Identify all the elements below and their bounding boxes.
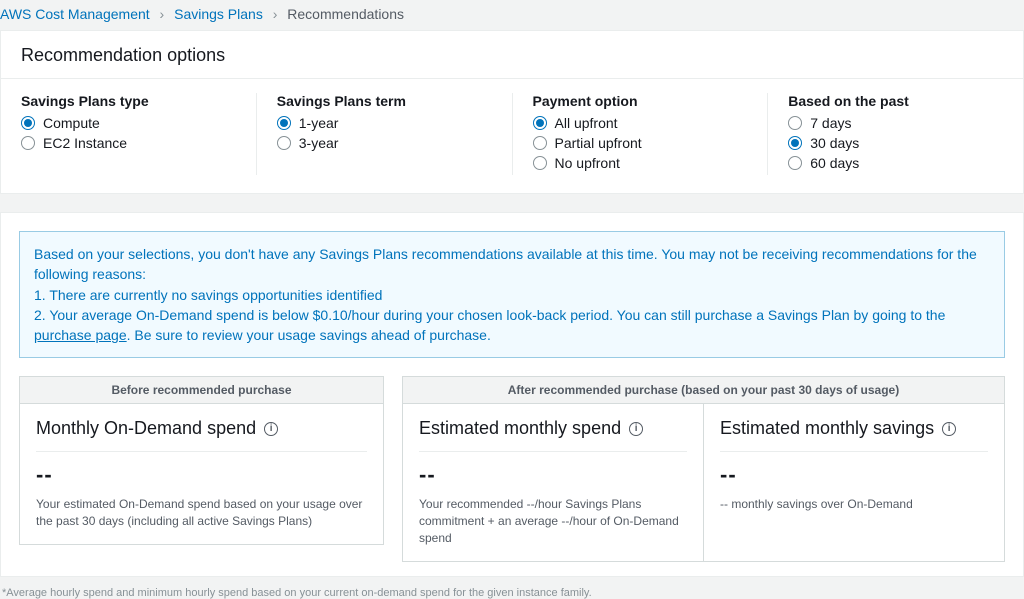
- radio-icon: [277, 136, 291, 150]
- recommendations-summary-panel: Based on your selections, you don't have…: [0, 212, 1024, 577]
- radio-30-days[interactable]: 30 days: [788, 135, 1003, 151]
- card-estimated-monthly-savings: Estimated monthly savings i -- -- monthl…: [703, 403, 1005, 561]
- info-icon[interactable]: i: [942, 422, 956, 436]
- radio-all-upfront[interactable]: All upfront: [533, 115, 748, 131]
- radio-label: Compute: [43, 115, 100, 131]
- info-alert: Based on your selections, you don't have…: [19, 231, 1005, 358]
- card-estimated-monthly-spend: Estimated monthly spend i -- Your recomm…: [402, 403, 703, 561]
- radio-label: 7 days: [810, 115, 851, 131]
- recommendation-options-panel: Recommendation options Savings Plans typ…: [0, 30, 1024, 194]
- radio-7-days[interactable]: 7 days: [788, 115, 1003, 131]
- radio-label: 1-year: [299, 115, 339, 131]
- option-group-payment: Payment option All upfront Partial upfro…: [533, 93, 769, 175]
- radio-label: Partial upfront: [555, 135, 642, 151]
- card-title-text: Estimated monthly savings: [720, 418, 934, 439]
- option-group-title: Based on the past: [788, 93, 1003, 109]
- radio-icon: [533, 116, 547, 130]
- alert-reason-1: 1. There are currently no savings opport…: [34, 287, 382, 303]
- card-title-text: Estimated monthly spend: [419, 418, 621, 439]
- radio-icon: [533, 136, 547, 150]
- radio-label: No upfront: [555, 155, 620, 171]
- radio-label: 30 days: [810, 135, 859, 151]
- radio-1-year[interactable]: 1-year: [277, 115, 492, 131]
- card-value: --: [36, 462, 367, 488]
- breadcrumb: AWS Cost Management › Savings Plans › Re…: [0, 0, 1024, 30]
- info-icon[interactable]: i: [264, 422, 278, 436]
- radio-3-year[interactable]: 3-year: [277, 135, 492, 151]
- radio-icon: [788, 156, 802, 170]
- radio-no-upfront[interactable]: No upfront: [533, 155, 748, 171]
- footnote: *Average hourly spend and minimum hourly…: [0, 577, 1024, 599]
- panel-title: Recommendation options: [1, 31, 1023, 79]
- option-group-savings-plans-type: Savings Plans type Compute EC2 Instance: [21, 93, 257, 175]
- option-group-title: Payment option: [533, 93, 748, 109]
- breadcrumb-link-cost-management[interactable]: AWS Cost Management: [0, 6, 150, 22]
- card-description: Your estimated On-Demand spend based on …: [36, 496, 367, 530]
- before-column: Before recommended purchase Monthly On-D…: [19, 376, 384, 561]
- radio-compute[interactable]: Compute: [21, 115, 236, 131]
- chevron-right-icon: ›: [160, 6, 165, 22]
- after-column: After recommended purchase (based on you…: [402, 376, 1005, 561]
- alert-intro: Based on your selections, you don't have…: [34, 246, 977, 282]
- alert-reason-2b: . Be sure to review your usage savings a…: [127, 327, 491, 343]
- card-description: -- monthly savings over On-Demand: [720, 496, 988, 513]
- radio-label: EC2 Instance: [43, 135, 127, 151]
- radio-icon: [21, 136, 35, 150]
- radio-ec2-instance[interactable]: EC2 Instance: [21, 135, 236, 151]
- option-group-title: Savings Plans type: [21, 93, 236, 109]
- radio-icon: [21, 116, 35, 130]
- chevron-right-icon: ›: [273, 6, 278, 22]
- radio-label: All upfront: [555, 115, 618, 131]
- info-icon[interactable]: i: [629, 422, 643, 436]
- option-group-term: Savings Plans term 1-year 3-year: [277, 93, 513, 175]
- card-value: --: [720, 462, 988, 488]
- option-group-title: Savings Plans term: [277, 93, 492, 109]
- radio-icon: [788, 116, 802, 130]
- radio-partial-upfront[interactable]: Partial upfront: [533, 135, 748, 151]
- radio-icon: [788, 136, 802, 150]
- card-title-text: Monthly On-Demand spend: [36, 418, 256, 439]
- column-header-after: After recommended purchase (based on you…: [402, 376, 1005, 403]
- radio-label: 3-year: [299, 135, 339, 151]
- breadcrumb-link-savings-plans[interactable]: Savings Plans: [174, 6, 263, 22]
- column-header-before: Before recommended purchase: [19, 376, 384, 403]
- card-monthly-ondemand-spend: Monthly On-Demand spend i -- Your estima…: [19, 403, 384, 545]
- radio-label: 60 days: [810, 155, 859, 171]
- radio-icon: [533, 156, 547, 170]
- alert-reason-2a: 2. Your average On-Demand spend is below…: [34, 307, 945, 323]
- breadcrumb-current: Recommendations: [287, 6, 404, 22]
- purchase-page-link[interactable]: purchase page: [34, 327, 127, 343]
- card-description: Your recommended --/hour Savings Plans c…: [419, 496, 687, 546]
- radio-60-days[interactable]: 60 days: [788, 155, 1003, 171]
- option-group-lookback: Based on the past 7 days 30 days 60 days: [788, 93, 1003, 175]
- radio-icon: [277, 116, 291, 130]
- card-value: --: [419, 462, 687, 488]
